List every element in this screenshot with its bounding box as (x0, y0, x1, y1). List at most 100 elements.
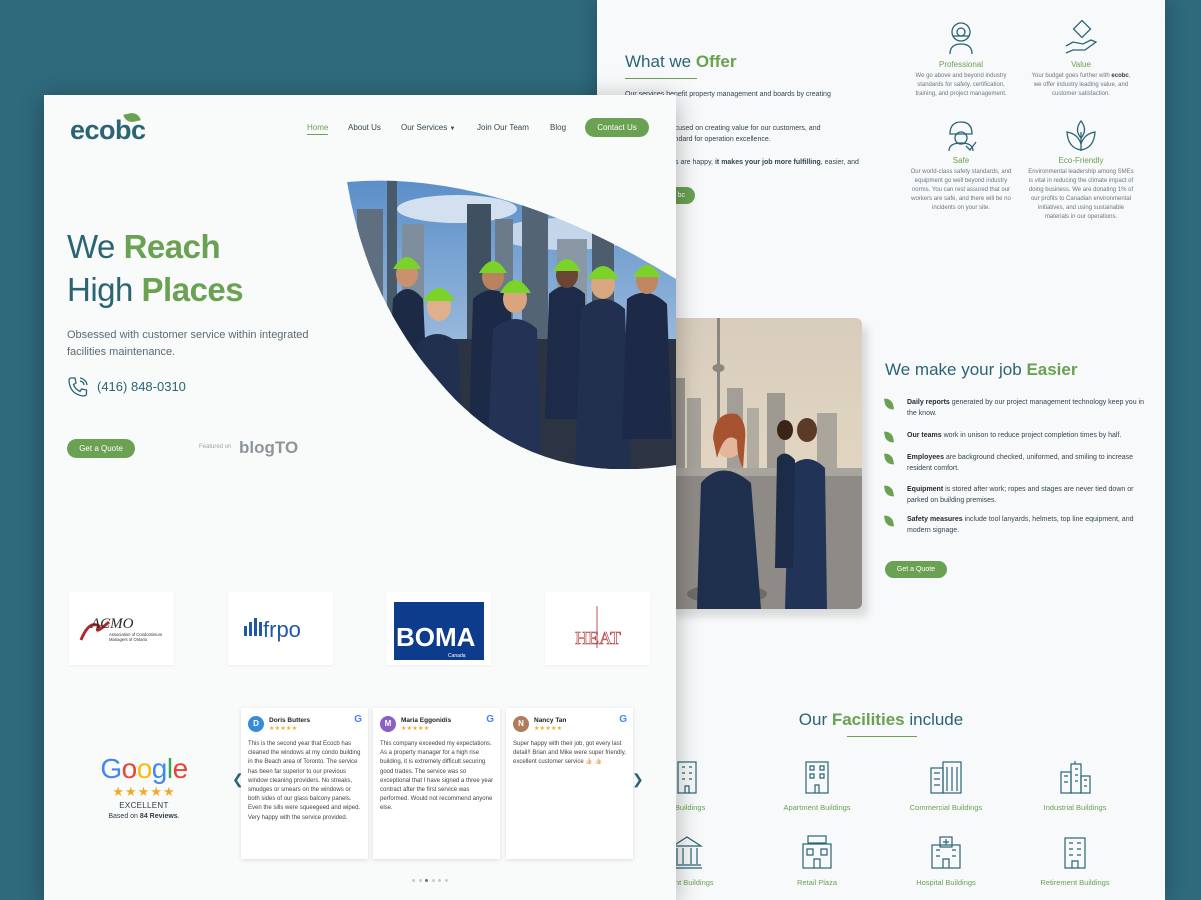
blogto-logo: blogTO (239, 438, 299, 457)
carousel-dot[interactable] (431, 879, 435, 882)
carousel-next-arrow-icon[interactable]: ❯ (632, 771, 644, 788)
facility-industrial: Industrial Buildings (1015, 760, 1135, 812)
hospital-building-icon (931, 836, 961, 869)
contact-us-button[interactable]: Contact Us (585, 118, 649, 137)
offer-paragraph-2: ently focused on creating value for our … (652, 125, 821, 143)
facility-retail: Retail Plaza (757, 835, 877, 887)
google-g-icon: G (354, 714, 362, 725)
nav-blog[interactable]: Blog (550, 123, 566, 132)
reviewer-name: Maria Eggonidis (401, 717, 452, 724)
google-rating-summary: Google ★★★★★ EXCELLENT Based on 84 Revie… (89, 753, 199, 820)
carousel-dot[interactable] (418, 879, 422, 882)
review-card: D Doris Butters ★★★★★ G This is the seco… (241, 708, 368, 859)
rooftop-team-photo (667, 318, 862, 609)
boma-text: BOMA (396, 622, 476, 652)
retail-plaza-icon (802, 835, 832, 869)
feature-text: Our world-class safety standards, and eq… (910, 169, 1012, 211)
partner-heat-logo[interactable]: HEAT (545, 592, 650, 665)
get-a-quote-button[interactable]: Get a Quote (67, 439, 135, 458)
review-count: Based on 84 Reviews. (108, 813, 180, 820)
back-page-preview: What we Offer Our services benefit prope… (597, 0, 1165, 900)
facility-commercial: Commercial Buildings (886, 760, 1006, 812)
review-text: This is the second year that Ecocb has c… (248, 741, 361, 821)
feature-text: Environmental leadership among SMEs is v… (1028, 169, 1134, 220)
google-g-icon: G (486, 714, 494, 725)
rating-stars: ★★★★★ (112, 784, 176, 799)
front-page-preview: ecobc Home About Us Our Services ▼ Join … (44, 95, 676, 900)
review-text: Super happy with their job, got every la… (513, 741, 626, 766)
nav-our-services-label: Our Services (401, 123, 448, 132)
apartment-building-icon (805, 761, 829, 794)
leaf-bullet-icon (884, 452, 894, 466)
offer-paragraph-3: s are happy, it makes your job more fulf… (675, 159, 859, 166)
hero-team-photo (347, 180, 676, 469)
facility-label: Retirement Buildings (1040, 878, 1110, 887)
easier-quote-button[interactable]: Get a Quote (885, 561, 947, 578)
review-card: M Maria Eggonidis ★★★★★ G This company e… (373, 708, 500, 859)
phone-icon (68, 377, 88, 397)
partner-boma-logo[interactable]: BOMA Canada (386, 592, 491, 665)
partner-acmo-logo[interactable]: ACMO Association of Condominium Managers… (69, 592, 174, 665)
feature-title: Safe (952, 156, 970, 165)
facility-label: Retail Plaza (796, 878, 838, 887)
carousel-dot[interactable] (425, 879, 428, 882)
easier-item: Our teams work in unison to reduce proje… (884, 430, 1145, 444)
facility-hospital: Hospital Buildings (886, 835, 1006, 887)
facility-label: Industrial Buildings (1043, 803, 1107, 812)
review-card: N Nancy Tan ★★★★★ G Super happy with the… (506, 708, 633, 859)
leaf-icon (1066, 120, 1096, 151)
carousel-dot[interactable] (438, 879, 441, 882)
feature-title: Value (1071, 60, 1091, 69)
retirement-building-icon (1064, 837, 1086, 869)
avatar: N (513, 716, 529, 732)
commercial-building-icon (930, 761, 962, 794)
leaf-bullet-icon (884, 397, 894, 411)
review-stars: ★★★★★ (269, 726, 298, 732)
feature-value: Value Your budget goes further with ecob… (1027, 20, 1135, 99)
phone-number[interactable]: (416) 848-0310 (97, 379, 186, 394)
feature-eco-friendly: Eco-Friendly Environmental leadership am… (1027, 120, 1135, 222)
easier-item: Safety measures include tool lanyards, h… (884, 514, 1145, 536)
nav-about-us[interactable]: About Us (348, 123, 381, 132)
facilities-title: Our Facilities include (798, 710, 964, 729)
feature-text: We go above and beyond industry standard… (915, 73, 1007, 97)
heat-text: HEAT (575, 628, 621, 648)
acmo-text: ACMO (90, 616, 134, 632)
nav-our-services[interactable]: Our Services ▼ (401, 123, 455, 132)
partner-frpo-logo[interactable]: frpo (228, 592, 333, 665)
nav-join-our-team[interactable]: Join Our Team (477, 123, 529, 132)
facility-apartment: Apartment Buildings (757, 760, 877, 812)
easier-item: Employees are background checked, unifor… (884, 452, 1145, 474)
facility-label: Commercial Buildings (909, 803, 983, 812)
leaf-bullet-icon (884, 484, 894, 498)
nav-home[interactable]: Home (307, 123, 329, 135)
frpo-text: frpo (263, 617, 301, 642)
worker-gear-icon (949, 22, 973, 55)
hand-money-icon (1065, 20, 1098, 54)
rating-label: EXCELLENT (119, 801, 169, 810)
avatar: M (380, 716, 396, 732)
easier-item: Equipment is stored after work; ropes an… (884, 484, 1145, 506)
carousel-dot[interactable] (412, 879, 415, 882)
feature-safe: Safe Our world-class safety standards, a… (907, 120, 1015, 213)
acmo-sub-2: Managers of Ontario (109, 637, 148, 642)
facility-label: Apartment Buildings (783, 803, 851, 812)
reviewer-name: Doris Butters (269, 717, 311, 724)
leaf-bullet-icon (884, 430, 894, 444)
reviewer-name: Nancy Tan (534, 717, 567, 724)
featured-on-label: Featured on (199, 444, 232, 450)
condo-building-icon (677, 761, 697, 794)
review-text: This company exceeded my expectations. A… (380, 741, 494, 812)
feature-title: Eco-Friendly (1058, 156, 1104, 165)
hero-title-line-1: We Reach (67, 228, 221, 265)
hero-title-line-2: High Places (67, 271, 244, 308)
safety-helmet-icon (948, 121, 977, 152)
review-stars: ★★★★★ (534, 726, 563, 732)
leaf-bullet-icon (884, 514, 894, 528)
carousel-dot[interactable] (444, 879, 448, 882)
carousel-dots[interactable] (412, 869, 451, 887)
facility-label: Hospital Buildings (916, 878, 976, 887)
feature-professional: Professional We go above and beyond indu… (907, 20, 1015, 99)
google-logo: Google (100, 753, 188, 784)
offer-underline (625, 78, 697, 79)
